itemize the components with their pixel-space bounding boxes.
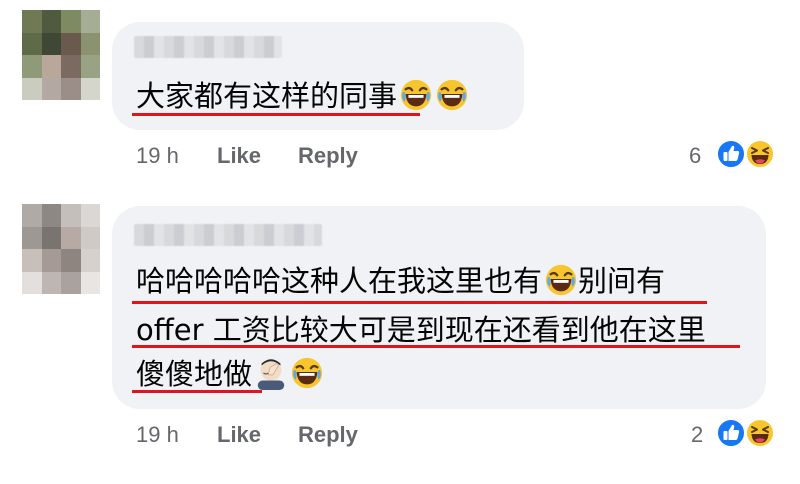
like-button[interactable]: Like — [217, 422, 261, 448]
facepalm-emoji-icon — [254, 356, 288, 390]
laughing-emoji-icon — [544, 263, 578, 297]
comment-text: 哈哈哈哈哈这种人在我这里也有 — [136, 264, 543, 298]
comment-text: 大家都有这样的同事 — [136, 79, 398, 113]
comment-text-line: 傻傻地做 — [136, 356, 324, 392]
reply-button[interactable]: Reply — [298, 143, 358, 169]
laughing-emoji-icon — [399, 78, 433, 112]
comment-timestamp[interactable]: 19 h — [136, 422, 179, 448]
red-underline — [132, 301, 707, 304]
laughing-emoji-icon — [290, 356, 324, 390]
like-icon[interactable] — [716, 139, 746, 169]
comment-text: offer 工资比较大可是到现在还看到他在这里 — [136, 313, 706, 347]
avatar[interactable] — [22, 10, 100, 100]
reply-button[interactable]: Reply — [298, 422, 358, 448]
comment-bubble: 大家都有这样的同事 — [112, 22, 524, 130]
red-underline — [132, 390, 262, 393]
comment-text-line: 大家都有这样的同事 — [136, 78, 469, 114]
comment-text: 傻傻地做 — [136, 357, 253, 391]
commenter-name[interactable] — [134, 36, 282, 58]
like-button[interactable]: Like — [217, 143, 261, 169]
reaction-count[interactable]: 2 — [691, 422, 703, 448]
comment-bubble: 哈哈哈哈哈这种人在我这里也有 别间有 offer 工资比较大可是到现在还看到他在这… — [112, 206, 766, 409]
laughing-emoji-icon — [435, 78, 469, 112]
haha-icon[interactable] — [745, 418, 775, 448]
comment-text-line: offer 工资比较大可是到现在还看到他在这里 — [136, 312, 706, 348]
haha-icon[interactable] — [745, 139, 775, 169]
commenter-name[interactable] — [134, 224, 322, 246]
reaction-count[interactable]: 6 — [689, 143, 701, 169]
comment-text: 别间有 — [578, 264, 666, 298]
avatar[interactable] — [22, 204, 100, 294]
comment-text-line: 哈哈哈哈哈这种人在我这里也有 别间有 — [136, 263, 665, 299]
red-underline — [132, 113, 420, 116]
red-underline — [132, 345, 740, 348]
like-icon[interactable] — [716, 418, 746, 448]
comment-timestamp[interactable]: 19 h — [136, 143, 179, 169]
